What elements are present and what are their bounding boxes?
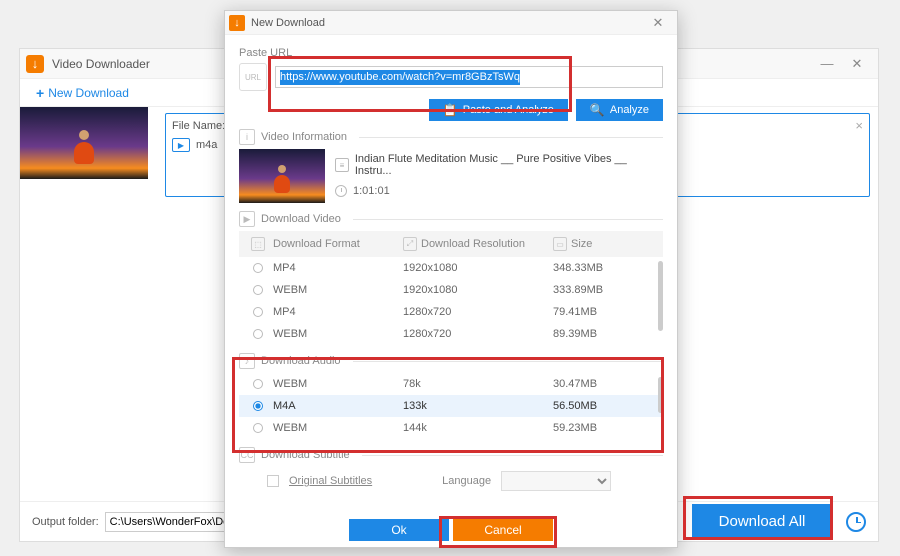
modal-titlebar: ↓ New Download ✕ — [225, 11, 677, 35]
format-badge: m4a — [196, 139, 217, 151]
video-info-label: Video Information — [261, 131, 347, 143]
minimize-button[interactable]: — — [812, 54, 842, 74]
new-download-dialog: ↓ New Download ✕ Paste URL URL 📋Paste an… — [224, 10, 678, 548]
audio-rows: WEBM78k30.47MBM4A133k56.50MBWEBM144k59.2… — [239, 373, 663, 439]
download-all-button[interactable]: Download All — [692, 504, 832, 540]
format-header-icon: ⬚ — [251, 237, 265, 251]
close-button[interactable]: ✕ — [842, 54, 872, 74]
cancel-button[interactable]: Cancel — [453, 519, 553, 541]
row-size: 59.23MB — [553, 422, 659, 434]
original-subtitles-checkbox[interactable] — [267, 475, 279, 487]
table-row[interactable]: WEBM144k59.23MB — [239, 417, 663, 439]
radio-icon[interactable] — [253, 307, 263, 317]
size-header-icon: ▭ — [553, 237, 567, 251]
radio-icon[interactable] — [253, 401, 263, 411]
radio-icon[interactable] — [253, 329, 263, 339]
item-thumbnail[interactable] — [20, 107, 148, 179]
row-format: M4A — [273, 400, 403, 412]
row-format: WEBM — [273, 378, 403, 390]
row-resolution: 1280x720 — [403, 328, 553, 340]
audio-scrollbar[interactable] — [658, 377, 663, 413]
modal-close-button[interactable]: ✕ — [643, 15, 673, 31]
language-select[interactable] — [501, 471, 611, 491]
paste-url-label: Paste URL — [239, 47, 292, 59]
download-video-label: Download Video — [261, 213, 341, 225]
video-thumbnail — [239, 149, 325, 203]
search-icon: 🔍 — [590, 103, 605, 117]
table-row[interactable]: M4A133k56.50MB — [239, 395, 663, 417]
row-size: 348.33MB — [553, 262, 659, 274]
subtitle-row: Original Subtitles Language — [267, 471, 663, 491]
plus-icon: + — [36, 85, 44, 101]
video-duration: 1:01:01 — [353, 185, 390, 197]
info-icon: i — [239, 129, 255, 145]
row-resolution: 1280x720 — [403, 306, 553, 318]
app-icon: ↓ — [26, 55, 44, 73]
language-label: Language — [442, 475, 491, 487]
modal-app-icon: ↓ — [229, 15, 245, 31]
row-size: 89.39MB — [553, 328, 659, 340]
row-size: 56.50MB — [553, 400, 659, 412]
analyze-button[interactable]: 🔍Analyze — [576, 99, 663, 121]
radio-icon[interactable] — [253, 263, 263, 273]
row-format: MP4 — [273, 306, 403, 318]
doc-icon: ≡ — [335, 158, 349, 172]
ok-button[interactable]: Ok — [349, 519, 449, 541]
row-resolution: 1920x1080 — [403, 262, 553, 274]
download-subtitle-label: Download Subtitle — [261, 449, 350, 461]
download-audio-label: Download Audio — [261, 355, 341, 367]
video-info-row: ≡ Indian Flute Meditation Music __ Pure P… — [239, 149, 663, 203]
modal-title: New Download — [251, 17, 643, 29]
modal-body: Paste URL URL 📋Paste and Analyze 🔍Analyz… — [225, 35, 677, 513]
table-row[interactable]: MP41280x72079.41MB — [239, 301, 663, 323]
table-row[interactable]: WEBM1920x1080333.89MB — [239, 279, 663, 301]
row-format: WEBM — [273, 328, 403, 340]
format-icon: ▶ — [172, 138, 190, 152]
row-size: 79.41MB — [553, 306, 659, 318]
row-format: MP4 — [273, 262, 403, 274]
table-row[interactable]: WEBM1280x72089.39MB — [239, 323, 663, 345]
modal-footer: Ok Cancel — [225, 513, 677, 547]
new-download-button[interactable]: New Download — [48, 86, 129, 100]
radio-icon[interactable] — [253, 379, 263, 389]
format-header: Download Format — [273, 238, 403, 250]
row-resolution: 78k — [403, 378, 553, 390]
video-rows: MP41920x1080348.33MBWEBM1920x1080333.89M… — [239, 257, 663, 345]
radio-icon[interactable] — [253, 285, 263, 295]
video-section-icon: ▶ — [239, 211, 255, 227]
row-format: WEBM — [273, 422, 403, 434]
paste-icon: 📋 — [443, 103, 458, 117]
resolution-header-icon: ⤢ — [403, 237, 417, 251]
duration-clock-icon — [335, 185, 347, 197]
video-scrollbar[interactable] — [658, 261, 663, 331]
video-title: Indian Flute Meditation Music __ Pure Po… — [355, 153, 663, 177]
paste-and-analyze-button[interactable]: 📋Paste and Analyze — [429, 99, 568, 121]
radio-icon[interactable] — [253, 423, 263, 433]
original-subtitles-label[interactable]: Original Subtitles — [289, 475, 372, 487]
video-grid-header: ⬚ Download Format ⤢Download Resolution ▭… — [239, 231, 663, 257]
clock-icon[interactable] — [846, 512, 866, 532]
audio-section-icon: ♪ — [239, 353, 255, 369]
info-card-close-icon[interactable]: × — [855, 118, 863, 133]
row-resolution: 144k — [403, 422, 553, 434]
output-folder-label: Output folder: — [32, 516, 99, 528]
row-format: WEBM — [273, 284, 403, 296]
row-resolution: 133k — [403, 400, 553, 412]
row-resolution: 1920x1080 — [403, 284, 553, 296]
subtitle-section-icon: CC — [239, 447, 255, 463]
url-input[interactable] — [275, 66, 663, 88]
table-row[interactable]: WEBM78k30.47MB — [239, 373, 663, 395]
row-size: 333.89MB — [553, 284, 659, 296]
url-icon: URL — [239, 63, 267, 91]
row-size: 30.47MB — [553, 378, 659, 390]
thumbnail-column — [20, 107, 165, 191]
table-row[interactable]: MP41920x1080348.33MB — [239, 257, 663, 279]
